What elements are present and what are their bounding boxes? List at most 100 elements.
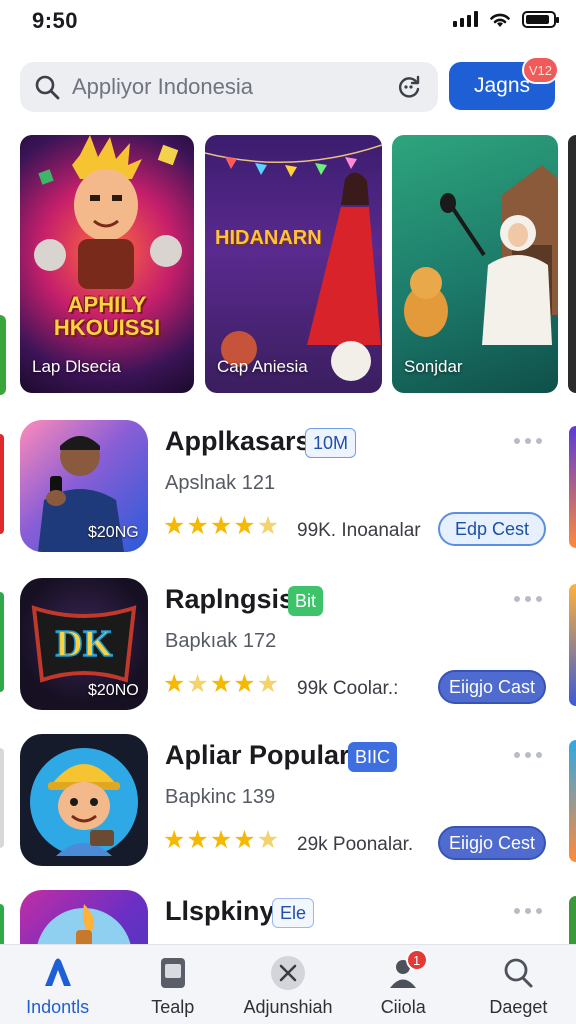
apps-a-icon — [40, 955, 76, 991]
more-options-icon[interactable] — [514, 438, 542, 444]
nav-item-ciiola[interactable]: 1 Ciiola — [346, 945, 461, 1024]
search-placeholder: Appliyor Indonesia — [72, 74, 254, 99]
featured-banner-3[interactable]: Sonjdar — [392, 135, 558, 393]
app-2-meta: 99k Coolar.: — [297, 678, 399, 699]
more-options-icon[interactable] — [514, 596, 542, 602]
app-2-subtitle: Bapkıak 172 — [165, 630, 277, 652]
right-edge-peek — [569, 740, 576, 862]
app-2-name: Raplngsis — [165, 584, 295, 614]
star-icon: ★ — [186, 826, 209, 854]
notification-badge: V12 — [521, 56, 559, 84]
nav-item-indontls[interactable]: Indontls — [0, 945, 115, 1024]
nav-notification-badge: 1 — [405, 949, 428, 971]
nav-label: Indontls — [26, 997, 90, 1017]
app-2-action-button[interactable]: Eiigjo Cast — [438, 670, 546, 704]
nav-label: Daeget — [489, 997, 548, 1017]
person-holding-phone-icon[interactable]: $20NG — [20, 420, 148, 552]
app-4-name: Llspkiny — [165, 896, 275, 926]
left-edge-peek — [0, 434, 4, 534]
banner-2-art-title: HIDANARN — [215, 227, 322, 249]
right-edge-peek — [569, 426, 576, 548]
star-icon: ★ — [233, 826, 256, 854]
star-icon: ★ — [233, 512, 256, 540]
builder-character-icon[interactable] — [20, 734, 148, 866]
wifi-icon — [490, 13, 510, 27]
app-2-tag: Bit — [288, 586, 324, 616]
star-icon: ★ — [186, 670, 209, 698]
search-input[interactable]: Appliyor Indonesia — [20, 62, 438, 112]
jagns-button[interactable]: Jagns V12 — [449, 56, 559, 110]
nav-item-adjunshiah[interactable]: Adjunshiah — [230, 945, 345, 1024]
app-1-action-button[interactable]: Edp Cest — [438, 512, 546, 546]
app-3-name: Apliar Popular — [165, 740, 350, 770]
right-edge-peek — [569, 584, 576, 706]
app-4-artwork — [37, 904, 131, 944]
search-icon — [35, 75, 60, 100]
cellular-signal-icon — [453, 11, 478, 27]
app-1-meta: 99K. Inoanalar — [297, 520, 421, 541]
more-options-icon[interactable] — [514, 908, 542, 914]
app-list-item[interactable]: $20NG Applkasars 10M Apslnak 121 ★ ★ ★ ★ ★ 9… — [0, 420, 576, 560]
app-list-item[interactable]: Apliar Popular BIIC Bapkinc 139 ★ ★ ★ ★ ★ 29… — [0, 734, 576, 874]
star-icon: ★ — [163, 512, 186, 540]
refresh-icon[interactable] — [394, 72, 424, 102]
more-options-icon[interactable] — [514, 752, 542, 758]
app-list-item[interactable]: Llspkiny Ele — [0, 890, 576, 944]
dk-logo-icon[interactable]: DK $20NO — [20, 578, 148, 710]
nav-item-tealp[interactable]: Tealp — [115, 945, 230, 1024]
banner-2-label: Cap Aniesia — [217, 357, 308, 376]
banner-3-label: Sonjdar — [404, 357, 463, 376]
app-2-price: $20NO — [88, 682, 139, 699]
nav-label: Tealp — [151, 997, 195, 1017]
app-4-tag: Ele — [272, 898, 315, 928]
featured-carousel[interactable]: APHILY HKOUISSI Lap Dlsecia HIDANARN Cap… — [0, 135, 576, 395]
app-3-action-button[interactable]: Eiigjo Cest — [438, 826, 546, 860]
search-icon — [500, 955, 536, 991]
star-icon: ★ — [186, 512, 209, 540]
star-icon: ★ — [209, 826, 233, 854]
app-3-subtitle: Bapkinc 139 — [165, 786, 276, 808]
half-star-icon: ★ — [256, 512, 280, 540]
nav-item-daeget[interactable]: Daeget — [461, 945, 576, 1024]
app-1-tag: 10M — [305, 428, 357, 458]
previous-banner-peek[interactable] — [0, 315, 6, 395]
app-1-price: $20NG — [88, 524, 139, 541]
half-star-icon: ★ — [256, 826, 280, 854]
app-1-subtitle: Apslnak 121 — [165, 472, 276, 494]
left-edge-peek — [0, 592, 4, 692]
battery-icon — [522, 10, 559, 28]
status-icons — [453, 10, 559, 28]
right-edge-peek — [569, 896, 576, 944]
star-icon: ★ — [233, 670, 256, 698]
battery-level — [526, 14, 550, 24]
featured-banner-1[interactable]: APHILY HKOUISSI Lap Dlsecia — [20, 135, 194, 393]
star-icon: ★ — [209, 512, 233, 540]
rating-stars: ★ ★ ★ ★ ★ — [163, 828, 279, 853]
app-3-meta: 29k Poonalar. — [297, 834, 414, 855]
svg-text:DK: DK — [56, 623, 113, 665]
nav-label: Ciiola — [380, 997, 426, 1017]
torch-icon[interactable] — [20, 890, 148, 944]
half-star-icon: ★ — [256, 670, 280, 698]
rating-stars: ★ ★ ★ ★ ★ — [163, 672, 279, 697]
cooking-illustration — [404, 165, 558, 345]
dancer-illustration — [205, 144, 382, 381]
banner-1-art-title: APHILY HKOUISSI — [53, 292, 161, 341]
next-banner-peek[interactable] — [568, 135, 576, 393]
star-icon: ★ — [163, 826, 186, 854]
app-3-tag: BIIC — [348, 742, 398, 772]
featured-banner-2[interactable]: HIDANARN Cap Aniesia — [205, 135, 382, 393]
app-list-item[interactable]: DK $20NO Raplngsis Bit Bapkıak 172 ★ ★ ★ ★ ★… — [0, 578, 576, 718]
status-bar: 9:50 — [0, 0, 576, 44]
cartoon-hero-illustration — [34, 135, 182, 289]
star-icon: ★ — [163, 670, 186, 698]
app-1-name: Applkasars — [165, 426, 311, 456]
left-edge-peek — [0, 748, 4, 848]
left-edge-peek — [0, 904, 4, 944]
close-circle-icon — [270, 955, 306, 991]
status-time: 9:50 — [32, 8, 79, 33]
tablet-icon — [155, 955, 191, 991]
bottom-navigation: Indontls Tealp Adjunshiah 1 Ciiola Daege… — [0, 944, 576, 1024]
rating-stars: ★ ★ ★ ★ ★ — [163, 514, 279, 539]
banner-1-label: Lap Dlsecia — [32, 357, 121, 376]
